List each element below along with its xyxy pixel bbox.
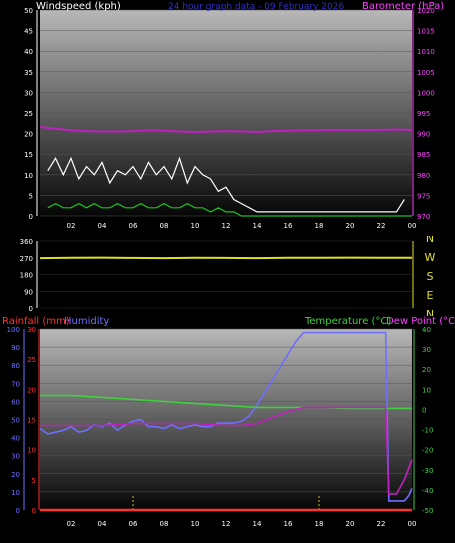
x-tick-label: 22 (377, 222, 386, 230)
y-tick-label-right: 1010 (417, 48, 435, 56)
y-tick-label-humidity: 80 (11, 362, 20, 370)
legend-humidity: Humidity (64, 316, 109, 327)
compass-label: S (427, 270, 434, 283)
y-tick-label-temp: 40 (422, 326, 431, 334)
y-tick-label-rain: 20 (27, 386, 36, 394)
y-tick-label-rain: 15 (27, 417, 36, 425)
y-tick-label-rain: 5 (32, 477, 36, 485)
x-tick-label: 08 (160, 520, 169, 528)
y-tick-label: 90 (24, 288, 33, 296)
wind-barometer-svg: 0510152025303540455097097598098599099510… (24, 1, 444, 230)
legend-temperature: Temperature (°C) (304, 316, 391, 327)
x-tick-label: 12 (222, 222, 231, 230)
y-tick-label-rain: 10 (27, 447, 36, 455)
y-tick-label-right: 1000 (417, 89, 435, 97)
legend-dew-point: Dew Point (°C) (386, 316, 455, 327)
right-axis-label: Barometer (hPa) (362, 1, 444, 12)
x-tick-label: 02 (67, 520, 76, 528)
y-tick-label-temp: 20 (422, 366, 431, 374)
y-tick-label-humidity: 0 (16, 507, 20, 515)
y-tick-label-rain: 0 (32, 507, 36, 515)
y-tick-label-right: 985 (417, 151, 430, 159)
wind-direction-chart: 0 90 180 270 360 N W S E N (0, 236, 455, 316)
x-tick-label: 10 (191, 222, 200, 230)
y-tick-label: 270 (20, 255, 33, 263)
y-tick-label-humidity: 70 (11, 380, 20, 388)
x-tick-label: 16 (284, 222, 293, 230)
y-tick-label-right: 995 (417, 110, 430, 118)
compass-label: E (427, 289, 434, 302)
x-tick-label: 06 (129, 520, 138, 528)
x-tick-label: 20 (346, 520, 355, 528)
x-tick-label: 18 (315, 222, 324, 230)
y-tick-label-temp: 10 (422, 386, 431, 394)
x-tick-label: 18 (315, 520, 324, 528)
compass-label: W (425, 251, 436, 264)
y-tick-label-left: 30 (24, 89, 33, 97)
x-tick-label: 14 (253, 520, 262, 528)
x-tick-label: 00 (408, 222, 417, 230)
y-tick-label-temp: -10 (422, 427, 433, 435)
y-tick-label-left: 35 (24, 69, 33, 77)
y-tick-label-humidity: 50 (11, 417, 20, 425)
x-tick-label: 06 (129, 222, 138, 230)
x-tick-label: 20 (346, 222, 355, 230)
y-tick-label-right: 970 (417, 213, 430, 221)
y-tick-label-left: 40 (24, 48, 33, 56)
y-tick-label-right: 975 (417, 192, 430, 200)
y-tick-label-humidity: 100 (7, 326, 20, 334)
y-tick-label-left: 45 (24, 28, 33, 36)
y-tick-label-humidity: 20 (11, 471, 20, 479)
x-tick-label: 16 (284, 520, 293, 528)
y-tick-label: 360 (20, 238, 33, 246)
wind-barometer-chart: 0 5 10 15 20 25 30 35 40 45 50 970 975 980 985 990 995 10… (0, 0, 455, 237)
y-tick-label-temp: -50 (422, 507, 433, 515)
temperature-humidity-chart: 0 10 20 30 40 50 60 70 80 90 100 0 5 10 15 20 25 30 -50 -40… (0, 310, 455, 536)
compass-label: N (426, 236, 434, 245)
y-tick-label-left: 15 (24, 151, 33, 159)
chart-title: 24 hour graph data - 09 February 2026 (168, 2, 344, 12)
y-tick-label-left: 0 (29, 213, 33, 221)
y-tick-label-humidity: 30 (11, 453, 20, 461)
y-tick-label-left: 20 (24, 131, 33, 139)
y-tick-label-humidity: 90 (11, 344, 20, 352)
y-tick-label-temp: 30 (422, 346, 431, 354)
y-tick-label-temp: 0 (422, 406, 426, 414)
y-tick-label-right: 980 (417, 172, 430, 180)
y-tick-label-left: 50 (24, 7, 33, 15)
x-tick-label: 22 (377, 520, 386, 528)
x-tick-label: 10 (191, 520, 200, 528)
x-tick-label: 12 (222, 520, 231, 528)
x-tick-label: 08 (160, 222, 169, 230)
left-axis-label: Windspeed (kph) (36, 1, 121, 12)
temperature-humidity-svg: 0102030405060708090100051015202530-50-40… (2, 316, 455, 528)
y-tick-label-rain: 30 (27, 326, 36, 334)
wind-direction-svg: 090180270360 NWSEN (20, 236, 436, 316)
x-tick-label: 02 (67, 222, 76, 230)
y-tick-label-temp: -40 (422, 487, 433, 495)
y-tick-label-temp: -30 (422, 467, 433, 475)
x-tick-label: 14 (253, 222, 262, 230)
y-tick-label-humidity: 60 (11, 398, 20, 406)
y-tick-label-right: 1015 (417, 28, 435, 36)
series-line-wind-direction (39, 256, 412, 260)
x-tick-label: 04 (98, 222, 107, 230)
y-tick-label-left: 25 (24, 110, 33, 118)
legend-rainfall: Rainfall (mm) (2, 316, 70, 327)
y-tick-label-right: 990 (417, 131, 430, 139)
y-tick-label: 180 (20, 272, 33, 280)
y-tick-label-rain: 25 (27, 356, 36, 364)
x-tick-label: 00 (408, 520, 417, 528)
y-tick-label-left: 5 (29, 192, 33, 200)
y-tick-label-left: 10 (24, 172, 33, 180)
y-tick-label-temp: -20 (422, 447, 433, 455)
y-tick-label-humidity: 40 (11, 435, 20, 443)
y-tick-label-right: 1005 (417, 69, 435, 77)
y-tick-label-humidity: 10 (11, 489, 20, 497)
x-tick-label: 04 (98, 520, 107, 528)
